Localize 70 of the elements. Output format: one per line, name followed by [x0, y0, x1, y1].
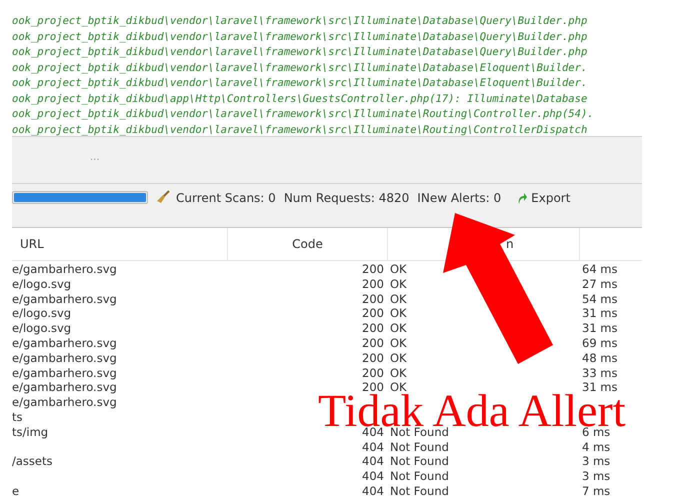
log-line: ook_project_bptik_dikbud\vendor\laravel\framework\src\Illuminate\Database\Eloquent\Builder. — [12, 60, 588, 76]
code-cell: 404 — [362, 440, 384, 454]
reason-cell: Not Found — [390, 484, 449, 498]
time-cell: 7 ms — [582, 484, 610, 498]
reason-cell: Not Found — [390, 440, 449, 454]
code-cell: 404 — [362, 454, 384, 470]
reason-cell: Not Found — [390, 469, 449, 484]
reason-cell: OK — [390, 276, 407, 291]
export-arrow-icon — [517, 192, 528, 204]
code-cell: 200 — [362, 336, 384, 351]
code-cell: 200 — [362, 276, 384, 292]
log-line: ook_project_bptik_dikbud\app\Http\Controllers\GuestsController.php(17): Illuminate\Database — [12, 92, 588, 106]
url-cell: e/logo.svg — [12, 276, 72, 291]
log-line: ook_project_bptik_dikbud\vendor\laravel\framework\src\Illuminate\Database\Query\Builder.php — [12, 45, 588, 60]
log-line: ook_project_bptik_dikbud\vendor\laravel\framework\src\Illuminate\Routing\ControllerDispatch — [12, 122, 588, 138]
url-cell: /assets — [12, 454, 52, 468]
code-cell: 200 — [362, 321, 384, 336]
time-cell: 3 ms — [582, 454, 610, 468]
reason-cell: OK — [390, 380, 407, 394]
url-cell: ts — [12, 410, 23, 424]
time-cell: 4 ms — [582, 440, 610, 454]
time-cell: 3 ms — [582, 469, 610, 484]
time-cell: 31 ms — [582, 380, 618, 394]
reason-cell: OK — [390, 336, 407, 350]
column-header[interactable]: URL — [12, 228, 228, 260]
reason-cell: Not Found — [390, 454, 449, 468]
column-header[interactable]: Code — [228, 228, 388, 260]
reason-cell: OK — [390, 321, 407, 336]
new-alerts-text: INew Alerts: 0 — [417, 190, 502, 207]
reason-cell: OK — [390, 306, 407, 320]
url-cell: e/logo.svg — [12, 321, 72, 336]
time-cell: 48 ms — [582, 350, 618, 365]
url-cell: e/gambarhero.svg — [12, 366, 117, 380]
column-header[interactable]: n — [506, 235, 514, 253]
url-cell: e/gambarhero.svg — [12, 350, 117, 365]
time-cell: 33 ms — [582, 366, 618, 380]
broom-icon — [156, 190, 170, 204]
url-cell: e/gambarhero.svg — [12, 262, 117, 276]
current-scans-text: Current Scans: 0 — [176, 190, 276, 207]
url-cell: e/gambarhero.svg — [12, 395, 117, 410]
num-requests-text: Num Requests: 4820 — [284, 190, 410, 207]
log-line: ook_project_bptik_dikbud\vendor\laravel\framework\src\Illuminate\Database\Query\Builder.php — [12, 14, 588, 29]
code-cell: 404 — [362, 469, 384, 484]
code-cell-text: 200 — [362, 380, 384, 394]
time-cell: 69 ms — [582, 336, 618, 350]
time-cell: 31 ms — [582, 306, 618, 320]
log-line: ook_project_bptik_dikbud\vendor\laravel\framework\src\Illuminate\Database\Eloquent\Builder. — [12, 76, 588, 91]
url-cell: ts/img — [12, 424, 48, 439]
url-cell: e/gambarhero.svg — [12, 336, 117, 350]
reason-cell: OK — [390, 262, 407, 276]
url-cell: e/logo.svg — [12, 306, 72, 320]
code-cell: 200 — [362, 350, 384, 366]
url-cell: e — [12, 484, 20, 498]
url-cell: e/gambarhero.svg — [12, 380, 117, 394]
code-cell: 200 — [362, 262, 384, 277]
time-cell: 64 ms — [582, 262, 618, 276]
log-line: ook_project_bptik_dikbud\vendor\laravel\framework\src\Illuminate\Database\Query\Builder.php — [12, 30, 588, 44]
code-cell: 200 — [362, 292, 384, 306]
url-cell: e/gambarhero.svg — [12, 292, 117, 306]
code-cell: 200 — [362, 306, 384, 322]
time-cell: 31 ms — [582, 321, 618, 336]
code-cell: 200 — [362, 366, 384, 380]
reason-cell: OK — [390, 366, 407, 380]
reason-cell: OK — [390, 350, 407, 365]
export-button[interactable]: Export — [517, 189, 570, 207]
log-line: ook_project_bptik_dikbud\vendor\laravel\framework\src\Illuminate\Routing\Controller.php(54). — [12, 107, 594, 122]
reason-cell: OK — [390, 292, 407, 306]
time-cell: 27 ms — [582, 276, 618, 291]
code-cell: 404 — [362, 484, 384, 499]
time-cell: 54 ms — [582, 292, 618, 306]
